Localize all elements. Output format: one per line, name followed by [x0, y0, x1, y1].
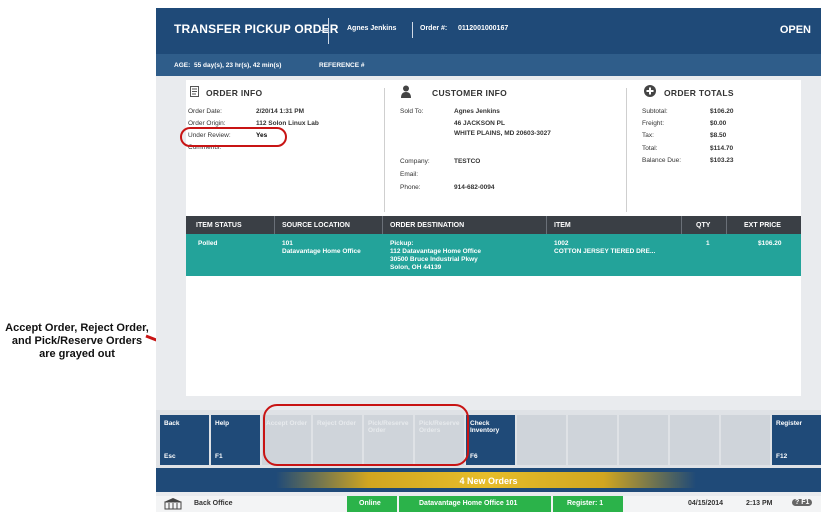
register-button[interactable]: Register F12: [772, 415, 821, 465]
freight-value: $0.00: [710, 120, 727, 127]
status-date: 04/15/2014: [688, 500, 724, 507]
cell-source-code: 101: [282, 240, 293, 247]
total-label: Total:: [642, 145, 658, 152]
freight-label: Freight:: [642, 120, 665, 127]
building-icon: [164, 498, 182, 510]
cell-status: Polled: [198, 240, 218, 247]
col-qty: QTY: [696, 222, 711, 229]
col-ext-price: EXT PRICE: [744, 222, 781, 229]
tax-value: $8.50: [710, 132, 727, 139]
section-divider: [384, 88, 385, 212]
help-button-label: Help: [215, 420, 230, 427]
plus-circle-icon: [644, 85, 656, 97]
title-bar: TRANSFER PICKUP ORDER Agnes Jenkins Orde…: [156, 8, 821, 54]
age-label: AGE:: [174, 62, 191, 69]
status-badge: OPEN: [779, 24, 811, 36]
online-text: Online: [359, 500, 381, 507]
sold-to-city: WHITE PLAINS, MD 20603-3027: [454, 130, 551, 137]
document-icon: [190, 86, 199, 97]
back-button-key: Esc: [164, 453, 176, 460]
app-window: TRANSFER PICKUP ORDER Agnes Jenkins Orde…: [156, 8, 821, 512]
sold-to-street: 46 JACKSON PL: [454, 120, 505, 127]
phone-value: 914-682-0094: [454, 184, 495, 191]
cell-destination-street: 30500 Bruce Industrial Pkwy: [390, 256, 478, 263]
col-item: ITEM: [554, 222, 571, 229]
cell-source-name: Datavantage Home Office: [282, 248, 361, 255]
status-time: 2:13 PM: [746, 500, 773, 507]
col-order-destination: ORDER DESTINATION: [390, 222, 465, 229]
online-indicator: Online: [347, 496, 397, 512]
status-bar: Back Office Online Datavantage Home Offi…: [156, 496, 821, 512]
back-button[interactable]: Back Esc: [160, 415, 209, 465]
cell-qty: 1: [706, 240, 710, 247]
function-key-12[interactable]: [721, 415, 770, 465]
header-separator: [412, 22, 413, 38]
register-button-key: F12: [776, 453, 788, 460]
under-review-highlight: [180, 127, 287, 147]
header-order-label: Order #:: [420, 25, 448, 32]
header-customer: Agnes Jenkins: [347, 25, 397, 32]
company-value: TESTCO: [454, 158, 481, 165]
order-totals-heading: ORDER TOTALS: [664, 88, 734, 98]
back-office-label[interactable]: Back Office: [194, 500, 233, 507]
register-text: Register: 1: [567, 500, 604, 507]
cell-ext-price: $106.20: [758, 240, 782, 247]
page-title: TRANSFER PICKUP ORDER: [174, 22, 339, 36]
cell-item-desc: COTTON JERSEY TIERED DRE...: [554, 248, 656, 255]
subtotal-value: $106.20: [710, 108, 734, 115]
cell-item-code: 1002: [554, 240, 569, 247]
location-text: Datavantage Home Office 101: [419, 500, 518, 507]
help-button[interactable]: Help F1: [211, 415, 260, 465]
email-label: Email:: [400, 171, 419, 178]
grayed-buttons-highlight: [263, 404, 469, 466]
order-date-value: 2/20/14 1:31 PM: [256, 108, 305, 115]
cell-destination-store: 112 Datavantage Home Office: [390, 248, 482, 255]
reference-label: REFERENCE #: [319, 62, 365, 69]
items-table-header: ITEM STATUS SOURCE LOCATION ORDER DESTIN…: [186, 216, 801, 234]
section-divider: [626, 88, 627, 212]
register-indicator: Register: 1: [553, 496, 623, 512]
customer-info-heading: CUSTOMER INFO: [432, 88, 508, 98]
function-key-8[interactable]: [517, 415, 566, 465]
function-key-bar: Back Esc Help F1 Accept Order Reject Ord…: [156, 410, 821, 468]
sold-to-name: Agnes Jenkins: [454, 108, 500, 115]
function-key-10[interactable]: [619, 415, 668, 465]
age-value: 55 day(s), 23 hr(s), 42 min(s): [194, 62, 282, 69]
age-bar: AGE: 55 day(s), 23 hr(s), 42 min(s) REFE…: [156, 54, 821, 76]
function-key-11[interactable]: [670, 415, 719, 465]
balance-due-value: $103.23: [710, 157, 734, 164]
cell-destination-city: Solon, OH 44139: [390, 264, 442, 271]
check-inventory-label: Check Inventory: [470, 420, 500, 434]
table-row[interactable]: Polled 101 Datavantage Home Office Picku…: [186, 234, 801, 276]
balance-due-label: Balance Due:: [642, 157, 682, 164]
location-indicator: Datavantage Home Office 101: [399, 496, 551, 512]
check-inventory-button[interactable]: Check Inventory F6: [466, 415, 515, 465]
register-button-label: Register: [776, 420, 803, 427]
company-label: Company:: [400, 158, 430, 165]
function-key-9[interactable]: [568, 415, 617, 465]
back-button-label: Back: [164, 420, 180, 427]
cell-destination-type: Pickup:: [390, 240, 414, 247]
header-bracket: [321, 18, 338, 44]
total-value: $114.70: [710, 145, 734, 152]
col-item-status: ITEM STATUS: [196, 222, 242, 229]
new-orders-text: 4 New Orders: [459, 476, 518, 486]
order-info-heading: ORDER INFO: [206, 88, 263, 98]
header-order-number: 0112001000167: [458, 25, 509, 32]
sold-to-label: Sold To:: [400, 108, 424, 115]
check-inventory-key: F6: [470, 453, 478, 460]
help-button-key: F1: [215, 453, 223, 460]
order-date-label: Order Date:: [188, 108, 222, 115]
col-source-location: SOURCE LOCATION: [282, 222, 350, 229]
help-badge[interactable]: ? F1: [792, 499, 813, 506]
order-origin-label: Order Origin:: [188, 120, 226, 127]
phone-label: Phone:: [400, 184, 421, 191]
order-origin-value: 112 Solon Linux Lab: [256, 120, 319, 127]
tax-label: Tax:: [642, 132, 654, 139]
subtotal-label: Subtotal:: [642, 108, 668, 115]
person-icon: [401, 85, 411, 98]
new-orders-banner[interactable]: 4 New Orders: [156, 468, 821, 492]
